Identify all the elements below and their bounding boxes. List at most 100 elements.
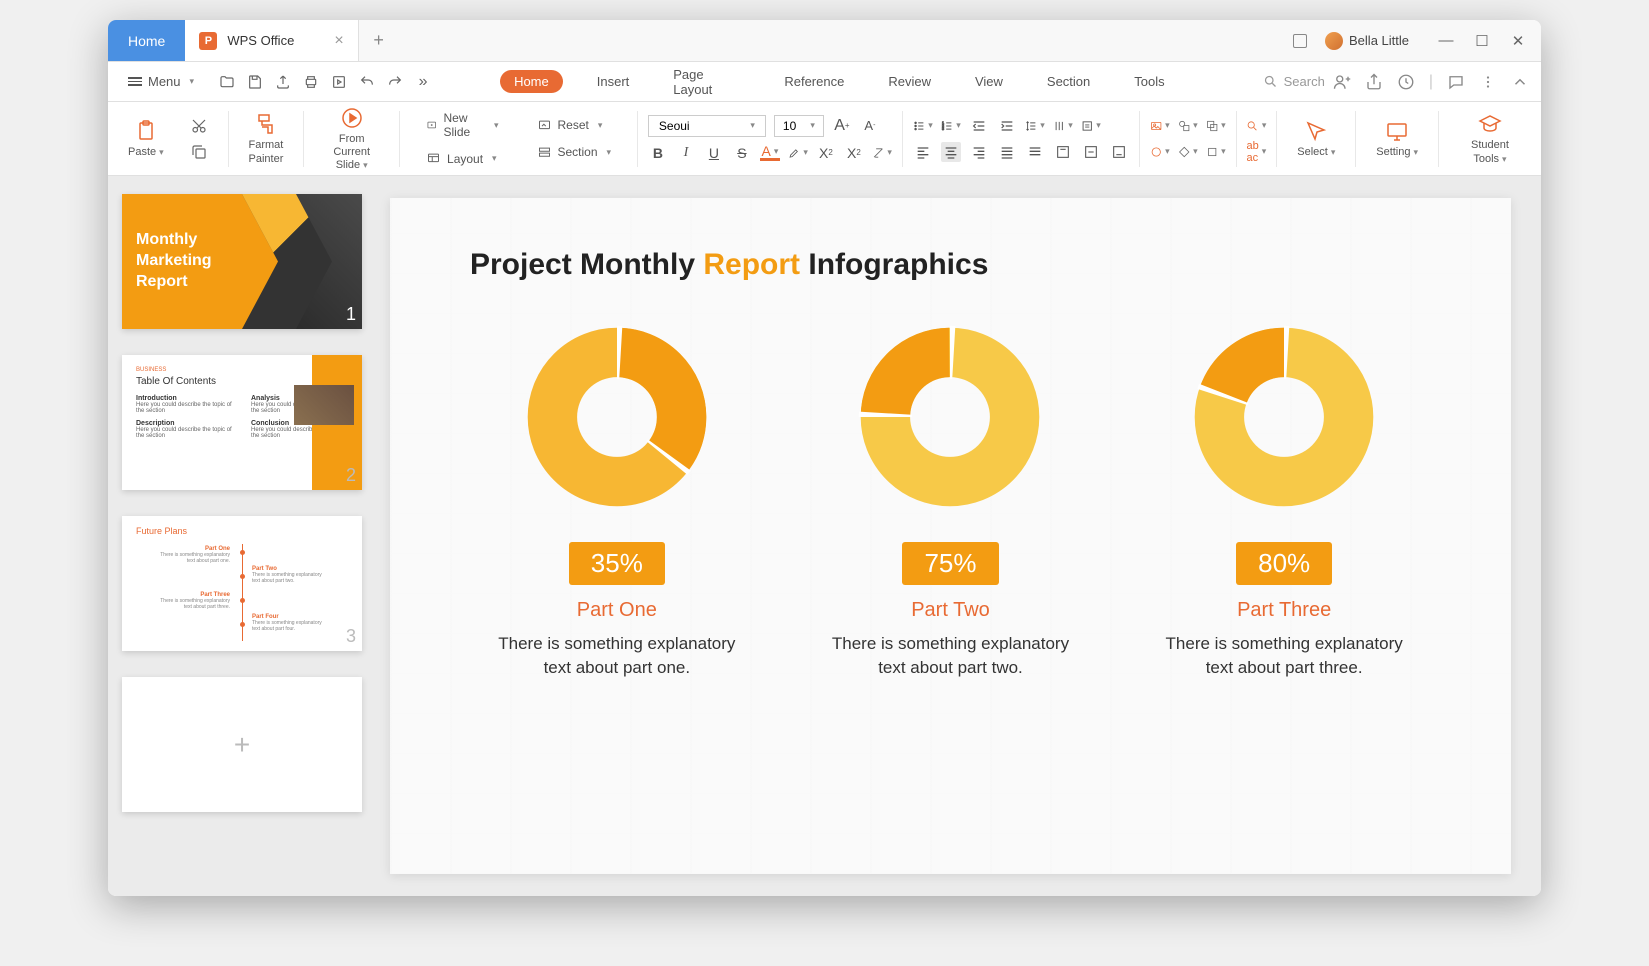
tab-insert[interactable]: Insert [587, 70, 640, 93]
history-icon[interactable] [1397, 73, 1415, 91]
slide-thumbnails: MonthlyMarketingReport 1 BUSINESS Table … [108, 176, 376, 896]
more-vertical-icon[interactable] [1479, 73, 1497, 91]
add-user-icon[interactable] [1333, 73, 1351, 91]
maximize-button[interactable]: ☐ [1473, 32, 1491, 50]
superscript-button[interactable]: X2 [816, 143, 836, 163]
align-text-button[interactable] [1081, 116, 1101, 136]
decrease-font-icon[interactable]: A- [860, 116, 880, 136]
ribbon-tabs: Home Insert Page Layout Reference Review… [500, 63, 1175, 101]
export-icon[interactable] [274, 73, 292, 91]
increase-indent-button[interactable] [997, 116, 1017, 136]
format-painter-group[interactable]: Farmat Painter [239, 102, 294, 175]
increase-font-icon[interactable]: A+ [832, 116, 852, 136]
bold-button[interactable]: B [648, 143, 668, 163]
tab-view[interactable]: View [965, 70, 1013, 93]
section-button[interactable]: Section [531, 142, 618, 163]
add-tab-button[interactable]: + [359, 20, 399, 61]
tab-page-layout[interactable]: Page Layout [663, 63, 750, 101]
student-tools-group[interactable]: Student Tools [1449, 102, 1531, 175]
shapes-button[interactable] [1178, 116, 1198, 136]
close-window-button[interactable]: ✕ [1509, 32, 1527, 50]
select-group[interactable]: Select [1287, 102, 1345, 175]
decrease-indent-button[interactable] [969, 116, 989, 136]
collapse-ribbon-icon[interactable] [1511, 73, 1529, 91]
picture-button[interactable] [1150, 116, 1170, 136]
bullets-button[interactable] [913, 116, 933, 136]
cut-icon[interactable] [190, 117, 208, 135]
graduation-icon [1477, 111, 1503, 137]
menu-dropdown[interactable]: Menu [120, 70, 202, 93]
part-name: Part Three [1237, 599, 1331, 622]
save-icon[interactable] [246, 73, 264, 91]
arrange-button[interactable] [1206, 116, 1226, 136]
share-icon[interactable] [1365, 73, 1383, 91]
titlebar: Home P WPS Office × + Bella Little — ☐ ✕ [108, 20, 1541, 62]
align-left-button[interactable] [913, 142, 933, 162]
copy-icon[interactable] [190, 143, 208, 161]
subscript-button[interactable]: X2 [844, 143, 864, 163]
highlight-button[interactable] [788, 143, 808, 163]
slide-title[interactable]: Project Monthly Report Infographics [470, 248, 1431, 282]
layout-toggle-icon[interactable] [1293, 34, 1307, 48]
line-spacing-button[interactable] [1025, 116, 1045, 136]
new-slide-button[interactable]: New Slide [420, 108, 504, 142]
italic-button[interactable]: I [676, 143, 696, 163]
align-middle-button[interactable] [1081, 142, 1101, 162]
thumbnail-slide-1[interactable]: MonthlyMarketingReport 1 [122, 194, 362, 329]
svg-text:3: 3 [942, 127, 944, 131]
align-top-button[interactable] [1053, 142, 1073, 162]
home-button[interactable]: Home [108, 20, 185, 61]
layout-button[interactable]: Layout [420, 148, 503, 169]
comment-icon[interactable] [1447, 73, 1465, 91]
preview-icon[interactable] [330, 73, 348, 91]
align-center-button[interactable] [941, 142, 961, 162]
play-icon [339, 105, 365, 131]
font-size-select[interactable]: 10▾ [774, 115, 824, 137]
paste-group[interactable]: Paste [118, 102, 174, 175]
find-button[interactable] [1246, 116, 1266, 136]
distribute-button[interactable] [1025, 142, 1045, 162]
align-bottom-button[interactable] [1109, 142, 1129, 162]
setting-group[interactable]: Setting [1366, 102, 1428, 175]
font-family-select[interactable]: Seoui▾ [648, 115, 766, 137]
tab-section[interactable]: Section [1037, 70, 1100, 93]
align-right-button[interactable] [969, 142, 989, 162]
tab-reference[interactable]: Reference [774, 70, 854, 93]
thumbnail-slide-3[interactable]: Future Plans Part OneThere is something … [122, 516, 362, 651]
close-tab-icon[interactable]: × [334, 32, 343, 50]
font-color-button[interactable]: A [760, 144, 780, 161]
slide-canvas[interactable]: Project Monthly Report Infographics 35% … [390, 198, 1511, 874]
tab-review[interactable]: Review [878, 70, 941, 93]
underline-button[interactable]: U [704, 143, 724, 163]
shape-effects-button[interactable] [1206, 142, 1226, 162]
clear-format-button[interactable] [872, 143, 892, 163]
more-quickaccess-icon[interactable]: » [414, 73, 432, 91]
part-description: There is something explanatory text abou… [820, 632, 1080, 680]
user-profile[interactable]: Bella Little [1325, 32, 1409, 50]
numbering-button[interactable]: 123 [941, 116, 961, 136]
redo-icon[interactable] [386, 73, 404, 91]
donut-block-2[interactable]: 75% Part Two There is something explanat… [820, 322, 1080, 680]
text-direction-button[interactable] [1053, 116, 1073, 136]
donut-block-3[interactable]: 80% Part Three There is something explan… [1154, 322, 1414, 680]
search-input[interactable]: Search [1263, 74, 1325, 89]
user-name: Bella Little [1349, 33, 1409, 48]
print-icon[interactable] [302, 73, 320, 91]
donut-block-1[interactable]: 35% Part One There is something explanat… [487, 322, 747, 680]
add-slide-button[interactable]: + [122, 677, 362, 812]
shape-outline-button[interactable] [1178, 142, 1198, 162]
document-tab[interactable]: P WPS Office × [185, 20, 358, 61]
play-from-current-group[interactable]: From Current Slide [314, 102, 389, 175]
tab-tools[interactable]: Tools [1124, 70, 1174, 93]
thumbnail-slide-2[interactable]: BUSINESS Table Of Contents IntroductionH… [122, 355, 362, 490]
justify-button[interactable] [997, 142, 1017, 162]
reset-button[interactable]: Reset [531, 115, 609, 136]
tab-home[interactable]: Home [500, 70, 563, 93]
shape-fill-button[interactable] [1150, 142, 1170, 162]
open-file-icon[interactable] [218, 73, 236, 91]
strikethrough-button[interactable]: S [732, 143, 752, 163]
find-group: abac [1246, 116, 1266, 162]
replace-button[interactable]: abac [1246, 142, 1266, 162]
minimize-button[interactable]: — [1437, 32, 1455, 49]
undo-icon[interactable] [358, 73, 376, 91]
